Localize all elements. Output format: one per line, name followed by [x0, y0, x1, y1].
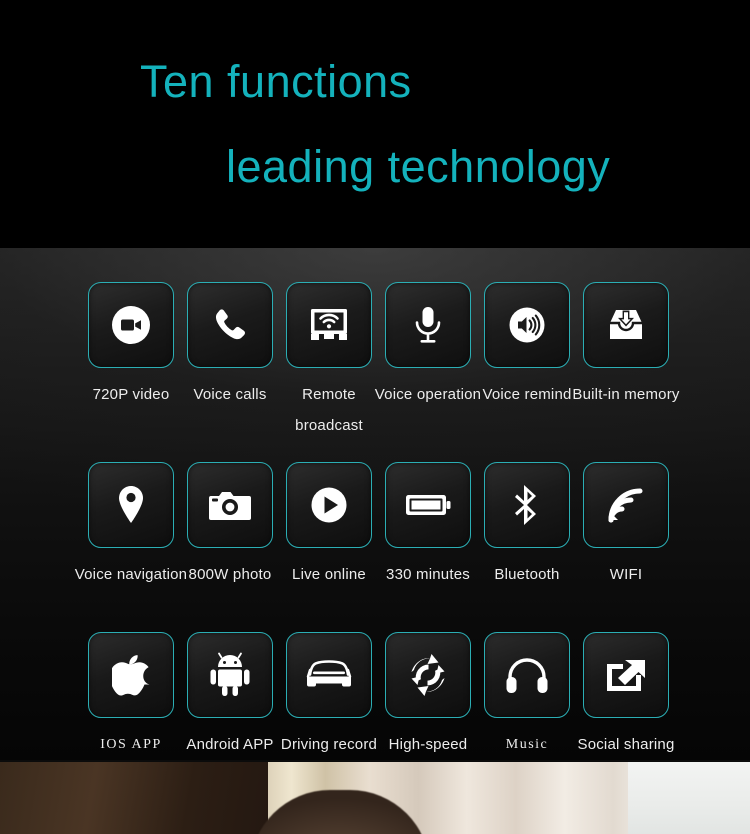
feature-item-wifi[interactable]: WIFI	[583, 462, 669, 590]
battery-icon	[406, 495, 451, 515]
hero-title-line-2: leading technology	[226, 141, 611, 192]
feature-label: 330 minutes	[386, 566, 470, 583]
feature-item-driving-record[interactable]: Driving record	[281, 632, 377, 760]
play-circle-icon	[311, 487, 347, 523]
feature-tile[interactable]	[187, 462, 273, 548]
feature-tile[interactable]	[583, 462, 669, 548]
headphones-icon	[506, 658, 548, 693]
feature-item-voice-navigation[interactable]: Voice navigation	[75, 462, 187, 590]
microphone-icon	[415, 307, 441, 343]
video-camera-icon	[112, 306, 150, 344]
remote-broadcast-icon	[311, 309, 347, 340]
feature-icon-panel: 720P video Voice calls Remote broadcast …	[0, 248, 750, 784]
feature-label: Built-in memory	[572, 386, 680, 403]
feature-label: Live online	[292, 566, 366, 583]
feature-label: WIFI	[609, 566, 643, 583]
feature-tile[interactable]	[286, 462, 372, 548]
android-icon	[210, 652, 250, 696]
feature-tile[interactable]	[286, 282, 372, 368]
feature-tile[interactable]	[187, 632, 273, 718]
feature-label: 800W photo	[188, 566, 272, 583]
feature-item-720p-video[interactable]: 720P video	[88, 282, 174, 410]
hero-title-line-1: Ten functions	[140, 56, 412, 107]
photo-wall-region	[628, 760, 750, 834]
feature-tile[interactable]	[484, 462, 570, 548]
feature-label: Bluetooth	[494, 566, 560, 583]
feature-tile[interactable]	[88, 462, 174, 548]
location-pin-icon	[119, 486, 143, 523]
feature-item-voice-calls[interactable]: Voice calls	[187, 282, 273, 410]
feature-label: 720P video	[92, 386, 170, 403]
camera-icon	[209, 492, 251, 520]
feature-tile[interactable]	[385, 282, 471, 368]
feature-tile[interactable]	[385, 632, 471, 718]
feature-tile[interactable]	[484, 282, 570, 368]
feature-item-android-app[interactable]: Android APP	[186, 632, 273, 760]
feature-tile[interactable]	[187, 282, 273, 368]
feature-item-builtin-memory[interactable]: Built-in memory	[572, 282, 679, 410]
feature-item-800w-photo[interactable]: 800W photo	[187, 462, 273, 590]
inbox-download-icon	[610, 310, 642, 339]
feature-tile[interactable]	[286, 632, 372, 718]
photo-dark-region	[0, 760, 268, 834]
feature-item-social-sharing[interactable]: Social sharing	[577, 632, 674, 760]
feature-item-live-online[interactable]: Live online	[286, 462, 372, 590]
hero-banner: Ten functions leading technology	[0, 0, 750, 248]
share-icon	[607, 660, 645, 691]
feature-item-voice-remind[interactable]: Voice remind	[482, 282, 571, 410]
feature-tile[interactable]	[88, 282, 174, 368]
feature-tile[interactable]	[583, 282, 669, 368]
car-icon	[306, 660, 352, 687]
feature-item-bluetooth[interactable]: Bluetooth	[484, 462, 570, 590]
feature-label: Social sharing	[577, 736, 675, 753]
feature-tile[interactable]	[88, 632, 174, 718]
phone-icon	[215, 309, 246, 340]
feature-tile[interactable]	[583, 632, 669, 718]
wifi-icon	[608, 488, 643, 523]
apple-icon	[112, 655, 150, 696]
product-photo-strip	[0, 760, 750, 834]
speaker-icon	[509, 307, 545, 343]
bluetooth-icon	[515, 485, 536, 525]
feature-tile[interactable]	[385, 462, 471, 548]
sync-arrows-icon	[411, 654, 445, 696]
feature-tile[interactable]	[484, 632, 570, 718]
photo-top-edge	[0, 760, 750, 762]
feature-item-voice-operation[interactable]: Voice operation	[375, 282, 481, 410]
feature-item-remote-broadcast[interactable]: Remote broadcast	[286, 282, 372, 441]
feature-label: Voice calls	[193, 386, 267, 403]
feature-item-330-minutes[interactable]: 330 minutes	[385, 462, 471, 590]
